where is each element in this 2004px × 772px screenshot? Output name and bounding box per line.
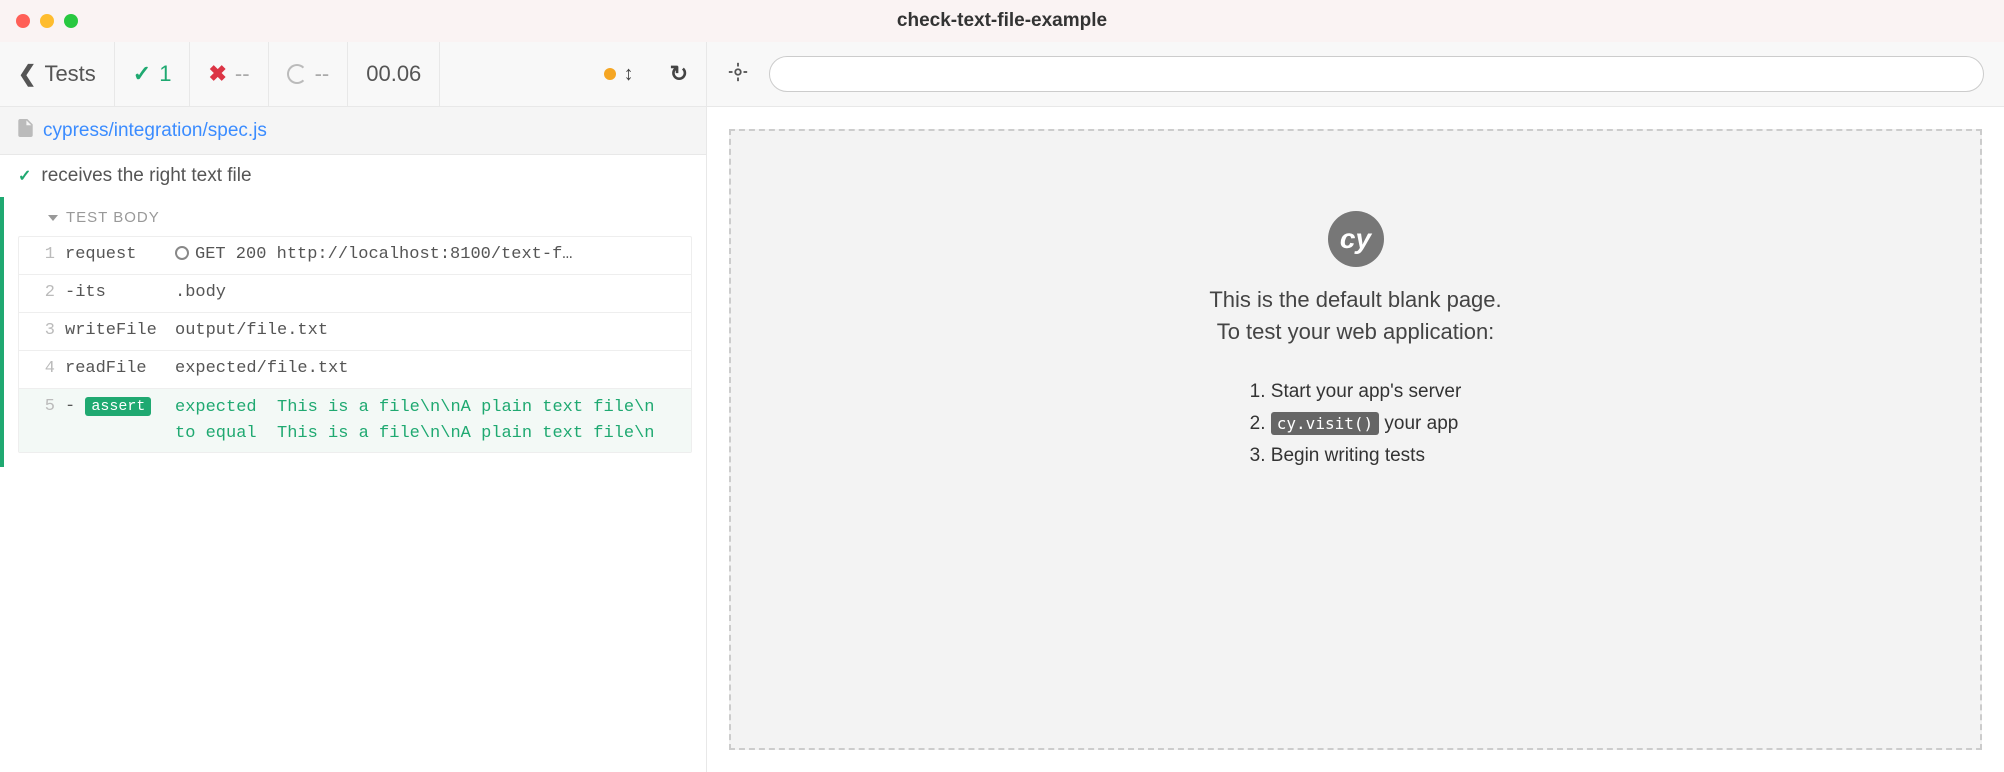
circle-icon [175,246,189,260]
minimize-window-button[interactable] [40,14,54,28]
command-name: readFile [65,357,175,378]
dot-icon [604,68,616,80]
time-section: 00.06 [348,42,440,106]
blank-line-1: This is the default blank page. [1209,287,1501,313]
test-body-header[interactable]: TEST BODY [18,197,692,236]
test-name: receives the right text file [41,165,251,187]
url-input[interactable] [769,56,1984,92]
x-icon: ✖ [208,61,226,87]
pending-count-section: -- [269,42,349,106]
assert-detail: expected This is a file\n\nA plain text … [175,395,683,446]
close-window-button[interactable] [16,14,30,28]
spinner-icon [287,64,307,84]
titlebar: check-text-file-example [0,0,2004,42]
spec-file-row[interactable]: cypress/integration/spec.js [0,107,706,155]
assert-badge: assert [85,397,151,416]
test-body-label: TEST BODY [66,209,160,226]
window-title: check-text-file-example [897,10,1107,32]
check-icon: ✓ [133,61,151,87]
test-body: TEST BODY 1 request GET 200 http://local… [0,197,706,467]
command-name: -its [65,281,175,302]
command-detail: GET 200 http://localhost:8100/text-f… [175,243,683,264]
spec-path: cypress/integration/spec.js [43,120,267,142]
cypress-logo-icon: cy [1328,211,1384,267]
blank-page: cy This is the default blank page. To te… [729,129,1982,750]
command-row[interactable]: 3 writeFile output/file.txt [19,313,691,351]
reporter-panel: ❮ Tests ✓ 1 ✖ -- -- 00.06 [0,42,707,772]
command-detail: .body [175,281,683,302]
fail-count: -- [235,61,250,87]
duration: 00.06 [366,61,421,87]
command-name: - assert [65,395,175,416]
selector-playground-button[interactable] [727,61,749,88]
command-detail: output/file.txt [175,319,683,340]
fail-count-section: ✖ -- [190,42,268,106]
aut-viewport: cy This is the default blank page. To te… [707,107,2004,772]
command-detail: expected/file.txt [175,357,683,378]
reload-button[interactable]: ↻ [652,42,706,106]
line-number: 4 [27,357,55,378]
command-name: request [65,243,175,264]
chevron-left-icon: ❮ [18,61,36,87]
caret-down-icon [48,215,58,221]
pending-count: -- [315,61,330,87]
line-number: 3 [27,319,55,340]
steps-list: Start your app's server cy.visit() your … [1250,381,1462,477]
command-row[interactable]: 4 readFile expected/file.txt [19,351,691,389]
line-number: 5 [27,395,55,416]
step-3: Begin writing tests [1250,445,1462,467]
tests-label: Tests [44,61,95,87]
test-title-row[interactable]: ✓ receives the right text file [0,155,706,197]
command-list: 1 request GET 200 http://localhost:8100/… [18,236,692,453]
step-1: Start your app's server [1250,381,1462,403]
file-icon [18,119,33,142]
url-bar [707,42,2004,107]
aut-panel: cy This is the default blank page. To te… [707,42,2004,772]
blank-line-2: To test your web application: [1217,319,1495,345]
check-icon: ✓ [18,166,31,186]
line-number: 1 [27,243,55,264]
assert-row[interactable]: 5 - assert expected This is a file\n\nA … [19,389,691,452]
tests-back-button[interactable]: ❮ Tests [0,42,115,106]
code-snippet: cy.visit() [1271,412,1379,435]
pass-count: 1 [159,61,171,87]
command-row[interactable]: 2 -its .body [19,275,691,313]
reload-icon: ↻ [670,61,688,87]
line-number: 2 [27,281,55,302]
command-row[interactable]: 1 request GET 200 http://localhost:8100/… [19,237,691,275]
viewport-indicator[interactable]: ↕ [586,42,652,106]
maximize-window-button[interactable] [64,14,78,28]
command-name: writeFile [65,319,175,340]
step-2: cy.visit() your app [1250,413,1462,435]
reporter-toolbar: ❮ Tests ✓ 1 ✖ -- -- 00.06 [0,42,706,107]
resize-vertical-icon: ↕ [624,63,634,86]
pass-count-section: ✓ 1 [115,42,191,106]
